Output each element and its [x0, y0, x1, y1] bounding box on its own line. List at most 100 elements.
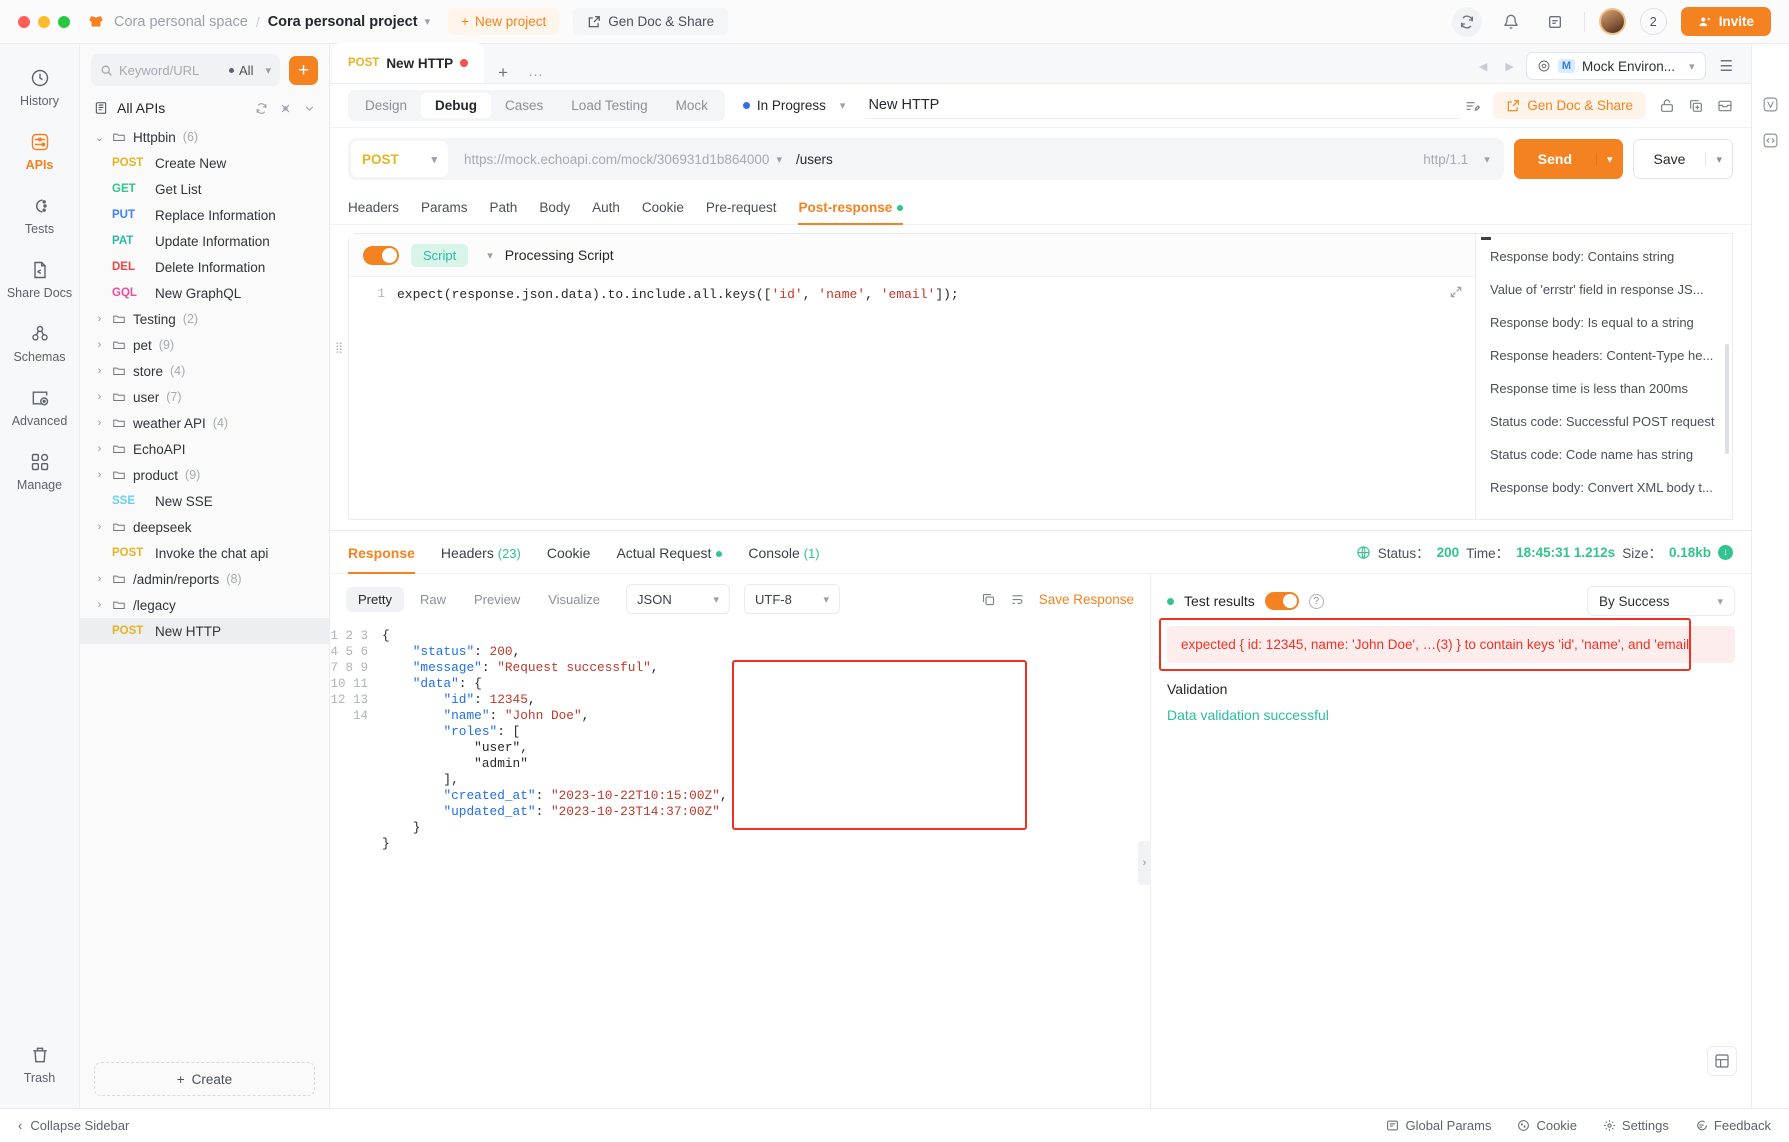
tree-api-item[interactable]: GET Get List — [80, 176, 329, 202]
snippet-item[interactable]: Response body: Is equal to a string — [1476, 306, 1732, 339]
test-results-toggle[interactable] — [1264, 592, 1299, 610]
new-project-button[interactable]: + New project — [448, 8, 560, 35]
tree-folder[interactable]: › EchoAPI — [80, 436, 329, 462]
notes-icon[interactable] — [1540, 7, 1570, 37]
format-preview[interactable]: Preview — [462, 587, 532, 612]
download-icon[interactable]: ↓ — [1718, 544, 1733, 560]
tree-folder[interactable]: › /admin/reports (8) — [80, 566, 329, 592]
response-tab-cookie[interactable]: Cookie — [547, 531, 591, 573]
gen-doc-share-top-button[interactable]: Gen Doc & Share — [573, 8, 729, 35]
tab-debug[interactable]: Debug — [421, 93, 492, 118]
sidebar-more-icon[interactable] — [303, 102, 316, 115]
chevron-right-icon[interactable]: › — [94, 417, 105, 429]
rail-item-tests[interactable]: Tests — [5, 186, 75, 243]
chevron-right-icon[interactable]: › — [94, 365, 105, 377]
tree-folder[interactable]: › store (4) — [80, 358, 329, 384]
chevron-right-icon[interactable]: › — [94, 521, 105, 533]
snippet-item[interactable]: Status code: Successful POST request — [1476, 405, 1732, 438]
snippet-item[interactable]: Response headers: Content-Type he... — [1476, 339, 1732, 372]
layout-toggle-button[interactable] — [1707, 1046, 1737, 1076]
method-dropdown[interactable]: POST ▾ — [351, 141, 448, 177]
tab-mock[interactable]: Mock — [662, 93, 722, 118]
environment-selector[interactable]: M Mock Environ... ▾ — [1525, 52, 1706, 80]
script-editor[interactable]: 1 expect(response.json.data).to.include.… — [349, 276, 1475, 518]
snippet-collapse-icon[interactable] — [1481, 237, 1491, 240]
tree-api-item[interactable]: PAT Update Information — [80, 228, 329, 254]
snippet-item[interactable]: Status code: Code name has string — [1476, 438, 1732, 471]
tree-folder[interactable]: › /legacy — [80, 592, 329, 618]
json-body-view[interactable]: 1 2 3 4 5 6 7 8 9 10 11 12 13 14 { "stat… — [330, 624, 1150, 1108]
tab-path[interactable]: Path — [490, 190, 518, 224]
tree-folder[interactable]: › deepseek — [80, 514, 329, 540]
global-params-button[interactable]: Global Params — [1386, 1118, 1491, 1133]
http-version-dropdown[interactable]: http/1.1 ▾ — [1423, 152, 1504, 167]
magic-wand-icon[interactable] — [1761, 94, 1781, 114]
rail-item-trash[interactable]: Trash — [5, 1035, 75, 1092]
sync-icon[interactable] — [1451, 6, 1482, 37]
tab-cookie[interactable]: Cookie — [642, 190, 684, 224]
chevron-down-icon[interactable]: ▾ — [425, 15, 431, 28]
minimize-window-button[interactable] — [38, 15, 50, 28]
window-controls[interactable] — [18, 15, 70, 28]
editor-code[interactable]: expect(response.json.data).to.include.al… — [397, 277, 1475, 518]
tab-params[interactable]: Params — [421, 190, 468, 224]
tree-api-item[interactable]: POST Create New — [80, 150, 329, 176]
url-path[interactable]: /users — [796, 152, 833, 167]
tab-body[interactable]: Body — [539, 190, 570, 224]
save-button[interactable]: Save ▾ — [1632, 139, 1733, 179]
tab-headers[interactable]: Headers — [348, 190, 399, 224]
script-enable-toggle[interactable] — [363, 245, 399, 265]
member-count-badge[interactable]: 2 — [1639, 8, 1667, 35]
refresh-icon[interactable] — [255, 102, 268, 115]
snippet-item[interactable]: Response time is less than 200ms — [1476, 372, 1732, 405]
tree-folder[interactable]: ⌄ Httpbin (6) — [80, 124, 329, 150]
chevron-right-icon[interactable]: › — [94, 573, 105, 585]
chevron-right-icon[interactable]: › — [94, 469, 105, 481]
cookie-button[interactable]: Cookie — [1517, 1118, 1577, 1133]
chevron-right-icon[interactable]: › — [94, 443, 105, 455]
code-snippet-icon[interactable] — [1761, 130, 1781, 150]
expand-editor-icon[interactable] — [1449, 285, 1463, 299]
response-tab-headers[interactable]: Headers (23) — [441, 531, 521, 573]
tab-cases[interactable]: Cases — [491, 93, 557, 118]
tree-api-item[interactable]: POST Invoke the chat api — [80, 540, 329, 566]
wrap-lines-icon[interactable] — [1010, 592, 1025, 607]
chevron-right-icon[interactable]: › — [94, 599, 105, 611]
rail-item-manage[interactable]: Manage — [5, 442, 75, 499]
close-window-button[interactable] — [18, 15, 30, 28]
notifications-bell-icon[interactable] — [1496, 7, 1526, 37]
maximize-window-button[interactable] — [58, 15, 70, 28]
tab-load-testing[interactable]: Load Testing — [557, 93, 661, 118]
tab-pre-request[interactable]: Pre-request — [706, 190, 777, 224]
rail-item-share-docs[interactable]: Share Docs — [5, 250, 75, 307]
add-api-button[interactable]: + — [289, 55, 318, 85]
encoding-select[interactable]: UTF-8 ▾ — [744, 584, 841, 614]
format-pretty[interactable]: Pretty — [346, 586, 404, 612]
gen-doc-share-button[interactable]: Gen Doc & Share — [1493, 92, 1646, 119]
duplicate-icon[interactable] — [1688, 98, 1704, 114]
description-icon[interactable] — [1464, 98, 1481, 114]
all-apis-row[interactable]: All APIs — [80, 92, 329, 124]
unlock-icon[interactable] — [1659, 98, 1675, 114]
tree-api-item[interactable]: GQL New GraphQL — [80, 280, 329, 306]
tab-more-button[interactable]: ··· — [522, 66, 549, 83]
tree-folder[interactable]: › pet (9) — [80, 332, 329, 358]
tab-auth[interactable]: Auth — [592, 190, 620, 224]
invite-button[interactable]: Invite — [1680, 7, 1771, 36]
test-results-filter-select[interactable]: By Success ▾ — [1587, 586, 1735, 616]
tab-design[interactable]: Design — [351, 93, 421, 118]
request-title-input[interactable]: New HTTP — [865, 92, 1461, 119]
help-icon[interactable]: ? — [1308, 593, 1324, 609]
nav-forward-icon[interactable]: ▶ — [1499, 60, 1519, 73]
breadcrumb-project[interactable]: Cora personal project — [268, 14, 418, 30]
response-tab-console[interactable]: Console (1) — [748, 531, 819, 573]
tree-folder[interactable]: › user (7) — [80, 384, 329, 410]
snippet-scrollbar[interactable] — [1725, 344, 1729, 454]
collapse-sidebar-button[interactable]: ‹ Collapse Sidebar — [18, 1118, 129, 1133]
chevron-down-icon[interactable]: ▾ — [487, 249, 493, 262]
create-button[interactable]: + Create — [94, 1062, 315, 1096]
tree-api-item[interactable]: POST New HTTP — [80, 618, 329, 644]
save-response-button[interactable]: Save Response — [1039, 592, 1134, 607]
url-host[interactable]: https://mock.echoapi.com/mock/306931d1b8… — [464, 152, 769, 167]
rail-item-history[interactable]: History — [5, 58, 75, 115]
